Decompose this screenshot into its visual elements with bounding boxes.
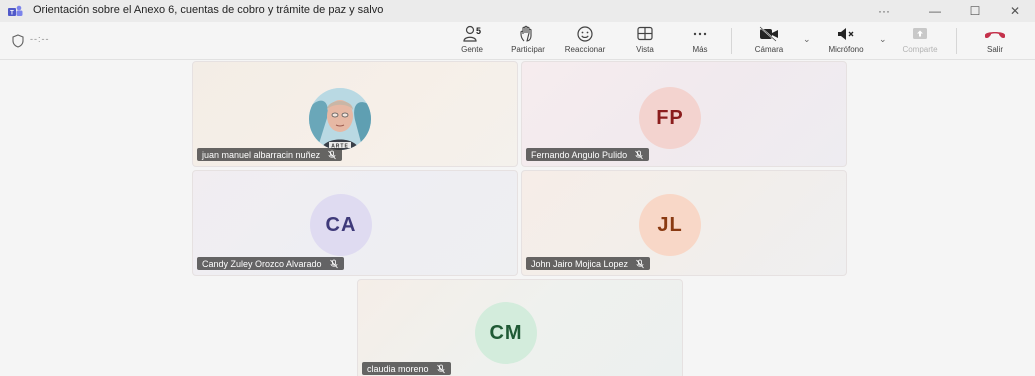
teams-logo-icon: T <box>8 5 23 17</box>
mic-muted-icon <box>328 150 336 159</box>
avatar-initials: FP <box>656 106 684 129</box>
people-label: Gente <box>461 45 483 54</box>
view-label: Vista <box>636 45 654 54</box>
participant-name-tag: Fernando Angulo Pulido <box>526 148 650 161</box>
participant-name-tag: juan manuel albarracin nuñez <box>197 148 343 161</box>
avatar: ARTE <box>309 88 371 150</box>
meeting-toolbar: --:-- 5 Gente Participar Reaccionar Vist… <box>0 22 1035 60</box>
participant-name: juan manuel albarracin nuñez <box>202 149 321 160</box>
camera-label: Cámara <box>754 45 784 54</box>
participant-tile[interactable]: CM claudia moreno <box>357 279 683 376</box>
more-label: Más <box>692 45 708 54</box>
speaker-muted-icon <box>838 28 854 40</box>
participant-name: Candy Zuley Orozco Alvarado <box>202 258 322 269</box>
more-options-button[interactable]: ··· <box>867 2 901 20</box>
svg-text:T: T <box>10 11 14 17</box>
participant-name-tag: Candy Zuley Orozco Alvarado <box>197 257 344 270</box>
leave-button[interactable]: Salir <box>972 25 1018 59</box>
mic-muted-icon <box>635 150 643 159</box>
close-window-button[interactable]: ✕ <box>998 2 1032 20</box>
avatar: CA <box>310 194 372 256</box>
participant-tile[interactable]: ARTE juan manuel albarracin nuñez <box>192 61 518 167</box>
leave-label: Salir <box>986 45 1003 54</box>
avatar: JL <box>639 194 701 256</box>
avatar: FP <box>639 87 701 149</box>
toolbar-divider <box>956 28 957 54</box>
avatar-initials: CA <box>325 213 357 236</box>
microphone-options-chevron-icon[interactable]: ⌄ <box>879 34 887 45</box>
participant-tile[interactable]: JL John Jairo Mojica Lopez <box>521 170 847 276</box>
view-button[interactable]: Vista <box>622 25 668 59</box>
more-actions-button[interactable]: Más <box>677 25 723 59</box>
microphone-button[interactable]: Micrófono <box>823 25 869 59</box>
participant-name: John Jairo Mojica Lopez <box>531 258 629 269</box>
microphone-label: Micrófono <box>828 45 864 54</box>
react-label: Reaccionar <box>564 45 606 54</box>
people-count: 5 <box>476 26 482 36</box>
camera-options-chevron-icon[interactable]: ⌄ <box>803 34 811 45</box>
participant-name-tag: claudia moreno <box>362 362 451 375</box>
shield-icon <box>12 34 24 48</box>
mic-muted-icon <box>329 259 338 268</box>
raise-hand-button[interactable]: Participar <box>505 25 551 59</box>
avatar-initials: CM <box>489 321 523 344</box>
title-bar: T Orientación sobre el Anexo 6, cuentas … <box>0 0 1035 22</box>
profile-photo: ARTE <box>309 88 371 150</box>
ellipsis-icon <box>693 32 707 36</box>
share-label: Comparte <box>902 45 938 54</box>
maximize-button[interactable]: ☐ <box>958 2 992 20</box>
share-screen-icon <box>913 28 927 39</box>
camera-off-icon <box>759 26 778 42</box>
hang-up-phone-icon <box>985 32 1005 39</box>
video-stage: ARTE juan manuel albarracin nuñez FP Fer… <box>0 60 1035 376</box>
mic-muted-icon <box>636 259 644 268</box>
minimize-button[interactable]: — <box>918 2 952 20</box>
raise-hand-label: Participar <box>511 45 545 54</box>
react-button[interactable]: Reaccionar <box>562 25 608 59</box>
avatar-initials: JL <box>657 213 683 236</box>
smiley-icon <box>577 26 593 42</box>
toolbar-divider <box>731 28 732 54</box>
raise-hand-icon <box>520 25 532 42</box>
participant-name-tag: John Jairo Mojica Lopez <box>526 257 651 270</box>
share-button[interactable]: Comparte <box>897 25 943 59</box>
people-button[interactable]: 5 Gente <box>449 25 495 59</box>
participant-tile[interactable]: FP Fernando Angulo Pulido <box>521 61 847 167</box>
meeting-timer: --:-- <box>30 34 50 44</box>
participant-name: claudia moreno <box>367 363 429 374</box>
participant-tile[interactable]: CA Candy Zuley Orozco Alvarado <box>192 170 518 276</box>
mic-muted-icon <box>436 364 445 373</box>
meeting-title: Orientación sobre el Anexo 6, cuentas de… <box>33 4 384 16</box>
avatar: CM <box>475 302 537 364</box>
participant-name: Fernando Angulo Pulido <box>531 149 628 160</box>
grid-view-icon <box>637 26 653 41</box>
camera-button[interactable]: Cámara <box>746 25 792 59</box>
